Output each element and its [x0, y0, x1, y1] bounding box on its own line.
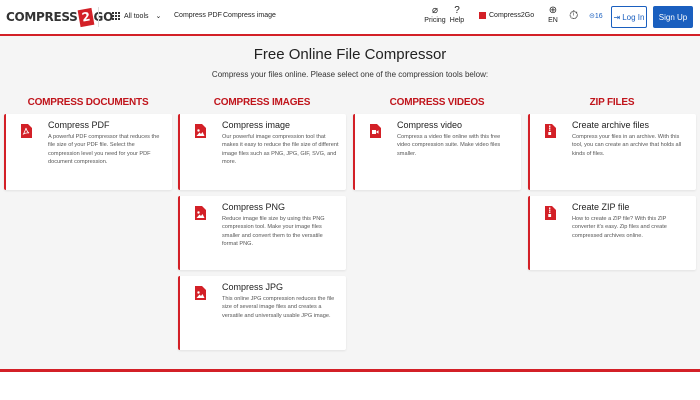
- signup-button[interactable]: Sign Up: [653, 6, 693, 28]
- language-selector[interactable]: ⊕ EN: [545, 5, 561, 24]
- tool-card-create-archive[interactable]: Create archive files Compress your files…: [528, 114, 696, 190]
- card-description: Our powerful image compression tool that…: [222, 134, 339, 166]
- credits-counter[interactable]: ⊝16: [589, 12, 603, 20]
- heading-compress-videos: COMPRESS VIDEOS: [389, 97, 485, 108]
- card-title: Compress image: [222, 120, 291, 130]
- chevron-down-icon: ⌄: [155, 13, 162, 20]
- all-tools-label: All tools: [124, 12, 149, 20]
- all-tools-menu[interactable]: All tools ⌄: [112, 12, 161, 20]
- logo-text-middle: 2: [77, 7, 94, 28]
- compress2go-icon: [479, 12, 486, 19]
- card-description: This online JPG compression reduces the …: [222, 296, 335, 319]
- header-divider: [98, 7, 99, 27]
- tool-card-compress-video[interactable]: Compress video Compress a video file onl…: [353, 114, 521, 190]
- image-file-icon: [195, 124, 206, 138]
- card-title: Compress video: [397, 120, 463, 130]
- archive-file-icon: [545, 124, 556, 138]
- card-title: Compress PDF: [48, 120, 110, 130]
- history-icon[interactable]: ⏱: [569, 8, 578, 23]
- card-description: Compress your files in an archive. With …: [572, 134, 682, 157]
- image-file-icon: [195, 206, 206, 220]
- help-label: Help: [449, 17, 465, 24]
- compress2go-logo[interactable]: COMPRESS 2 GO: [6, 7, 114, 28]
- page-title: Free Online File Compressor: [253, 46, 447, 63]
- card-title: Compress PNG: [222, 202, 286, 212]
- nav-compress-pdf[interactable]: Compress PDF: [174, 12, 222, 19]
- compress2go-label: Compress2Go: [489, 12, 535, 19]
- nav-compress-image[interactable]: Compress image: [223, 12, 276, 19]
- card-description: A powerful PDF compressor that reduces t…: [48, 134, 160, 166]
- card-title: Create ZIP file: [572, 202, 630, 212]
- card-description: Compress a video file online with this f…: [397, 134, 501, 157]
- tool-card-create-zip[interactable]: Create ZIP file How to create a ZIP file…: [528, 196, 696, 270]
- page-subtitle: Compress your files online. Please selec…: [211, 70, 489, 79]
- video-file-icon: [370, 124, 381, 138]
- tool-card-compress-image[interactable]: Compress image Our powerful image compre…: [178, 114, 346, 190]
- pdf-file-icon: [21, 124, 32, 138]
- heading-compress-images: COMPRESS IMAGES: [213, 97, 311, 108]
- login-label: Log In: [622, 12, 645, 22]
- question-icon: ?: [454, 5, 460, 16]
- logo-text-right: GO: [93, 10, 114, 24]
- zip-file-icon: [545, 206, 556, 220]
- footer: [0, 372, 700, 400]
- pricing-label: Pricing: [424, 17, 446, 24]
- card-title: Create archive files: [572, 120, 650, 130]
- login-button[interactable]: ⇥ Log In: [611, 6, 647, 28]
- header-accent-line: [0, 34, 700, 36]
- tool-card-compress-jpg[interactable]: Compress JPG This online JPG compression…: [178, 276, 346, 350]
- logo-text-left: COMPRESS: [6, 10, 78, 24]
- compress2go-account-link[interactable]: Compress2Go: [479, 12, 534, 19]
- tool-card-compress-pdf[interactable]: Compress PDF A powerful PDF compressor t…: [4, 114, 172, 190]
- card-title: Compress JPG: [222, 282, 284, 292]
- heading-compress-documents: COMPRESS DOCUMENTS: [27, 97, 149, 108]
- card-description: How to create a ZIP file? With this ZIP …: [572, 216, 667, 239]
- language-label: EN: [548, 17, 558, 24]
- login-icon: ⇥: [613, 12, 621, 22]
- heading-zip-files: ZIP FILES: [589, 97, 635, 108]
- globe-icon: ⊕: [548, 5, 558, 16]
- tool-card-compress-png[interactable]: Compress PNG Reduce image file size by u…: [178, 196, 346, 270]
- grid-icon: [112, 12, 120, 20]
- image-file-icon: [195, 286, 206, 300]
- help-link[interactable]: ? Help: [444, 5, 470, 24]
- credits-value: 16: [594, 13, 603, 20]
- card-description: Reduce image file size by using this PNG…: [222, 216, 325, 248]
- top-header: COMPRESS 2 GO All tools ⌄ Compress PDF Com…: [0, 0, 700, 34]
